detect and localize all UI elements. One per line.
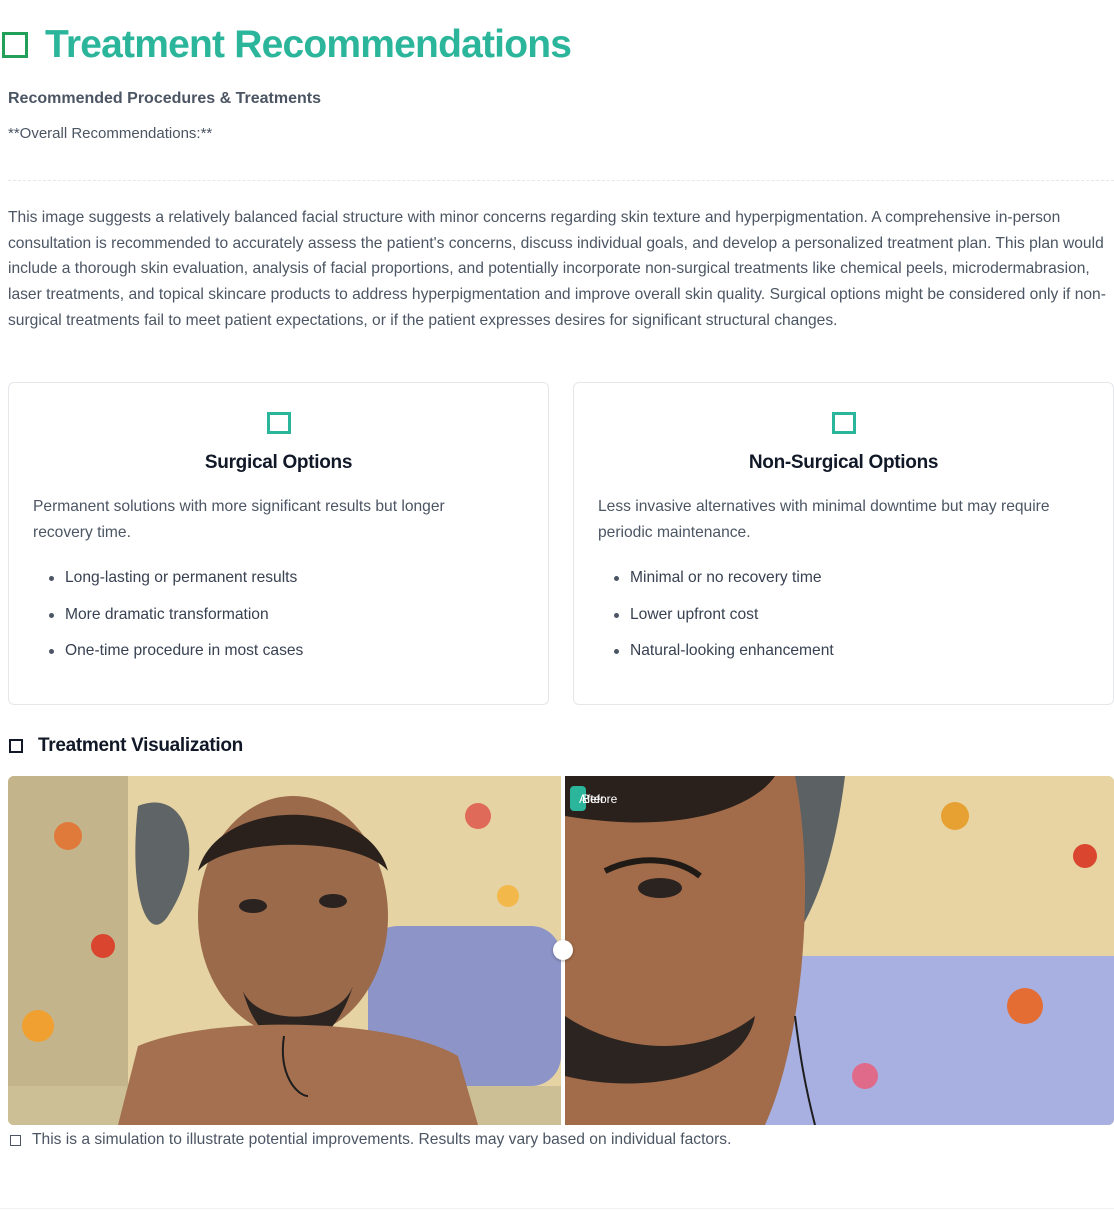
visualization-title: Treatment Visualization	[38, 735, 243, 756]
card-title: Surgical Options	[204, 452, 353, 473]
image-icon	[9, 739, 23, 753]
surgical-icon	[266, 412, 291, 434]
list-item: Long-lasting or permanent results	[33, 567, 303, 604]
recommendation-summary: This image suggests a relatively balance…	[8, 209, 1106, 329]
slider-handle[interactable]	[553, 940, 573, 960]
overall-recommendations-label: **Overall Recommendations:**	[8, 125, 213, 142]
card-title: Non-Surgical Options	[748, 452, 939, 473]
non-surgical-options-card: Non-Surgical Options Less invasive alter…	[573, 382, 1114, 705]
list-item: Minimal or no recovery time	[598, 567, 834, 604]
comparison-badge: After Before	[570, 786, 617, 811]
info-icon	[10, 1134, 21, 1146]
card-description: Less invasive alternatives with minimal …	[598, 498, 1050, 541]
list-item: More dramatic transformation	[33, 604, 303, 641]
surgical-options-card: Surgical Options Permanent solutions wit…	[8, 382, 549, 705]
divider	[0, 1208, 1114, 1209]
benefit-list: Long-lasting or permanent results More d…	[33, 567, 303, 677]
after-photo-illustration	[565, 776, 1114, 1125]
divider	[8, 180, 1114, 181]
checkbox-square-icon	[2, 32, 28, 58]
page-title: Treatment Recommendations	[45, 23, 572, 66]
non-surgical-icon	[831, 412, 856, 434]
disclaimer-text: This is a simulation to illustrate poten…	[32, 1131, 732, 1148]
card-description: Permanent solutions with more significan…	[33, 498, 445, 541]
list-item: Lower upfront cost	[598, 604, 834, 641]
benefit-list: Minimal or no recovery time Lower upfron…	[598, 567, 834, 677]
before-after-comparison[interactable]: After Before	[8, 776, 1114, 1125]
disclaimer: This is a simulation to illustrate poten…	[10, 1131, 731, 1149]
visualization-heading: Treatment Visualization	[9, 735, 243, 757]
before-photo	[8, 776, 561, 1125]
before-badge-label: Before	[582, 792, 618, 806]
section-subheading: Recommended Procedures & Treatments	[8, 90, 321, 107]
before-photo-illustration	[8, 776, 561, 1125]
after-photo	[565, 776, 1114, 1125]
page-header: Treatment Recommendations	[0, 22, 572, 68]
list-item: One-time procedure in most cases	[33, 640, 303, 677]
list-item: Natural-looking enhancement	[598, 640, 834, 677]
